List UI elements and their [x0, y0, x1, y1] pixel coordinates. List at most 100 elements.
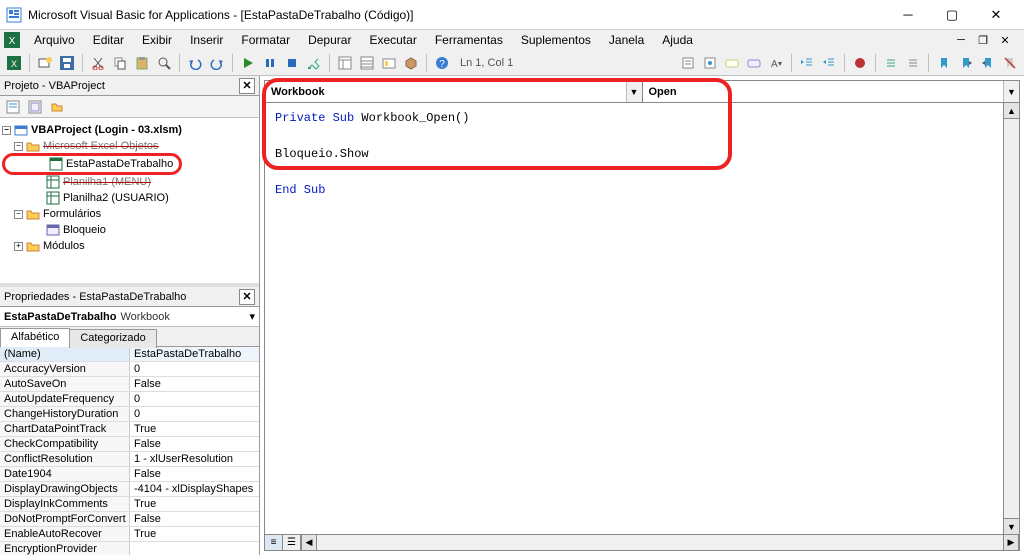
property-row[interactable]: DisplayDrawingObjects-4104 - xlDisplaySh… [0, 482, 259, 497]
tree-root[interactable]: − VBAProject (Login - 03.xlsm) [2, 122, 257, 138]
property-value[interactable]: False [130, 377, 259, 391]
property-value[interactable]: False [130, 467, 259, 481]
tree-item-sheet2[interactable]: Planilha2 (USUARIO) [2, 190, 257, 206]
property-row[interactable]: ChangeHistoryDuration0 [0, 407, 259, 422]
property-row[interactable]: EnableAutoRecoverTrue [0, 527, 259, 542]
property-row[interactable]: DisplayInkCommentsTrue [0, 497, 259, 512]
property-row[interactable]: DoNotPromptForConvertFalse [0, 512, 259, 527]
copy-icon[interactable] [110, 53, 130, 73]
property-row[interactable]: ChartDataPointTrackTrue [0, 422, 259, 437]
quick-info-icon[interactable] [722, 53, 742, 73]
toggle-folders-icon[interactable] [47, 97, 67, 117]
object-dropdown[interactable]: Workbook ▼ [265, 81, 643, 102]
collapse-icon[interactable]: − [2, 126, 11, 135]
chevron-down-icon[interactable]: ▼ [626, 81, 642, 102]
property-row[interactable]: AccuracyVersion0 [0, 362, 259, 377]
property-value[interactable]: 0 [130, 407, 259, 421]
doc-minimize-button[interactable]: ─ [952, 32, 970, 48]
menu-formatar[interactable]: Formatar [233, 31, 298, 49]
scroll-left-icon[interactable]: ◀ [301, 535, 317, 550]
maximize-button[interactable]: ▢ [930, 1, 974, 29]
scroll-down-icon[interactable]: ▼ [1004, 518, 1019, 534]
project-tree[interactable]: − VBAProject (Login - 03.xlsm) − Microso… [0, 118, 259, 283]
scroll-right-icon[interactable]: ▶ [1003, 535, 1019, 550]
property-value[interactable]: False [130, 512, 259, 526]
full-module-view-button[interactable]: ☰ [283, 535, 301, 550]
project-explorer-close-button[interactable]: ✕ [239, 78, 255, 94]
prev-bookmark-icon[interactable] [978, 53, 998, 73]
properties-grid[interactable]: (Name)EstaPastaDeTrabalhoAccuracyVersion… [0, 347, 259, 555]
paste-icon[interactable] [132, 53, 152, 73]
indent-icon[interactable] [797, 53, 817, 73]
properties-close-button[interactable]: ✕ [239, 289, 255, 305]
tree-folder-forms[interactable]: − Formulários [2, 206, 257, 222]
menu-inserir[interactable]: Inserir [182, 31, 231, 49]
property-row[interactable]: EncryptionProvider [0, 542, 259, 555]
run-icon[interactable] [238, 53, 258, 73]
tab-categorized[interactable]: Categorizado [69, 329, 156, 348]
view-object-icon[interactable] [25, 97, 45, 117]
tree-item-sheet1[interactable]: Planilha1 (MENU) [2, 174, 257, 190]
insert-item-icon[interactable] [35, 53, 55, 73]
expand-icon[interactable]: + [14, 242, 23, 251]
property-row[interactable]: (Name)EstaPastaDeTrabalho [0, 347, 259, 362]
property-row[interactable]: Date1904False [0, 467, 259, 482]
undo-icon[interactable] [185, 53, 205, 73]
clear-bookmarks-icon[interactable] [1000, 53, 1020, 73]
property-value[interactable]: 1 - xlUserResolution [130, 452, 259, 466]
vertical-scrollbar[interactable]: ▲ ▼ [1003, 103, 1019, 534]
property-row[interactable]: CheckCompatibilityFalse [0, 437, 259, 452]
property-value[interactable]: True [130, 497, 259, 511]
tree-item-form-bloqueio[interactable]: Bloqueio [2, 222, 257, 238]
reset-icon[interactable] [282, 53, 302, 73]
code-editor[interactable]: Private Sub Workbook_Open() Bloqueio.Sho… [265, 103, 1019, 534]
save-icon[interactable] [57, 53, 77, 73]
properties-object-selector[interactable]: EstaPastaDeTrabalho Workbook ▾ [0, 307, 259, 327]
menu-exibir[interactable]: Exibir [134, 31, 180, 49]
list-constants-icon[interactable] [700, 53, 720, 73]
comment-block-icon[interactable] [881, 53, 901, 73]
tree-item-workbook[interactable]: EstaPastaDeTrabalho [2, 153, 182, 175]
collapse-icon[interactable]: − [14, 210, 23, 219]
menu-depurar[interactable]: Depurar [300, 31, 359, 49]
procedure-view-button[interactable]: ≡ [265, 535, 283, 550]
break-icon[interactable] [260, 53, 280, 73]
property-value[interactable]: True [130, 422, 259, 436]
menu-suplementos[interactable]: Suplementos [513, 31, 599, 49]
property-row[interactable]: AutoUpdateFrequency0 [0, 392, 259, 407]
close-button[interactable]: ✕ [974, 1, 1018, 29]
property-row[interactable]: ConflictResolution1 - xlUserResolution [0, 452, 259, 467]
tree-folder-modules[interactable]: + Módulos [2, 238, 257, 254]
collapse-icon[interactable]: − [14, 142, 23, 151]
minimize-button[interactable]: ─ [886, 1, 930, 29]
chevron-down-icon[interactable]: ▾ [249, 310, 255, 323]
property-row[interactable]: AutoSaveOnFalse [0, 377, 259, 392]
outdent-icon[interactable] [819, 53, 839, 73]
doc-close-button[interactable]: ✕ [996, 32, 1014, 48]
toolbox-icon[interactable] [401, 53, 421, 73]
cut-icon[interactable] [88, 53, 108, 73]
scroll-up-icon[interactable]: ▲ [1004, 103, 1019, 119]
object-browser-icon[interactable] [379, 53, 399, 73]
parameter-info-icon[interactable] [744, 53, 764, 73]
project-explorer-icon[interactable] [335, 53, 355, 73]
next-bookmark-icon[interactable] [956, 53, 976, 73]
menu-executar[interactable]: Executar [361, 31, 424, 49]
procedure-dropdown[interactable]: Open ▼ [643, 81, 1020, 102]
tab-alphabetical[interactable]: Alfabético [0, 328, 70, 347]
help-icon[interactable]: ? [432, 53, 452, 73]
menu-janela[interactable]: Janela [601, 31, 652, 49]
property-value[interactable]: -4104 - xlDisplayShapes [130, 482, 259, 496]
menu-arquivo[interactable]: Arquivo [26, 31, 83, 49]
property-value[interactable] [130, 542, 259, 555]
design-mode-icon[interactable] [304, 53, 324, 73]
menu-ajuda[interactable]: Ajuda [654, 31, 701, 49]
redo-icon[interactable] [207, 53, 227, 73]
toggle-breakpoint-icon[interactable] [850, 53, 870, 73]
doc-restore-button[interactable]: ❐ [974, 32, 992, 48]
view-excel-icon[interactable]: X [4, 53, 24, 73]
property-value[interactable]: 0 [130, 362, 259, 376]
toggle-bookmark-icon[interactable] [934, 53, 954, 73]
list-properties-icon[interactable] [678, 53, 698, 73]
complete-word-icon[interactable]: A [766, 53, 786, 73]
